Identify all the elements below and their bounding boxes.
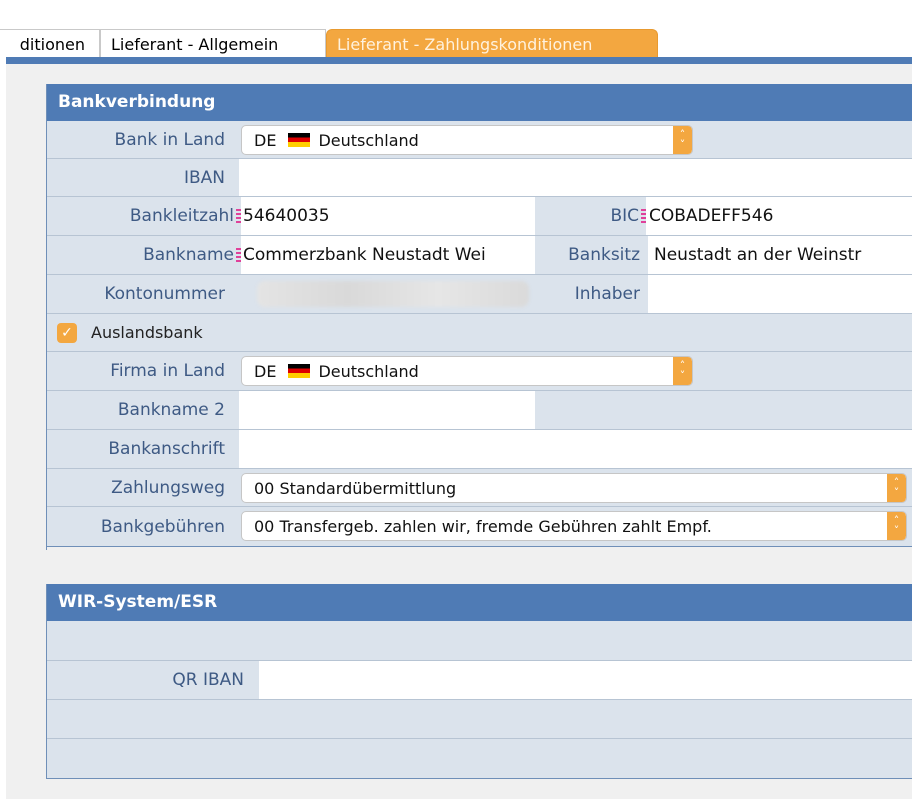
select-stepper-icon[interactable]: ˄ ˅ [673,126,692,154]
row-bankname2: Bankname 2 [47,391,912,430]
qr-iban-label: QR IBAN [172,670,244,690]
iban-label: IBAN [183,167,225,188]
select-stepper-icon[interactable]: ˄ ˅ [887,512,906,540]
wir-system-title: WIR-System/ESR [47,584,912,621]
tab-bar: ditionen Lieferant - Allgemein Lieferant… [0,29,912,58]
bankgebuehren-select[interactable]: 00 Transfergeb. zahlen wir, fremde Gebüh… [241,511,907,541]
row-bankgebuehren: Bankgebühren 00 Transfergeb. zahlen wir,… [47,507,912,547]
bank-in-land-code: DE [254,130,277,150]
bankname-label: Bankname [143,245,234,265]
row-qr-iban: QR IBAN [47,661,912,700]
bank-in-land-label: Bank in Land [114,129,225,150]
bankverbindung-panel: Bankverbindung Bank in Land DE Deutschla… [46,84,912,550]
iban-field[interactable] [239,159,912,196]
row-wir-empty-3 [47,739,912,779]
bankanschrift-label: Bankanschrift [108,439,225,459]
zahlungsweg-select[interactable]: 00 Standardübermittlung ˄ ˅ [241,473,907,503]
bankname-field[interactable]: Commerzbank Neustadt Wei [241,236,535,274]
bankleitzahl-field[interactable]: 54640035 [241,197,535,235]
row-bankleitzahl-bic: Bankleitzahl 54640035 BIC COBADEFF546 [47,197,912,236]
german-flag-icon [288,364,311,378]
bankname2-field[interactable] [239,391,535,429]
bankanschrift-field[interactable] [239,430,912,468]
firma-in-land-label: Firma in Land [110,361,225,381]
auslandsbank-checkbox[interactable]: ✓ [57,323,77,343]
bic-label: BIC [610,206,639,226]
zahlungsweg-label: Zahlungsweg [111,477,225,498]
tab-lieferant-allgemein[interactable]: Lieferant - Allgemein [100,29,326,58]
row-zahlungsweg: Zahlungsweg 00 Standardübermittlung ˄ ˅ [47,469,912,507]
bankname-label-wrap: Bankname [47,236,241,274]
bic-field[interactable]: COBADEFF546 [646,197,912,235]
row-wir-empty-2 [47,700,912,739]
german-flag-icon [288,133,311,147]
bankgebuehren-value: 00 Transfergeb. zahlen wir, fremde Gebüh… [254,516,712,536]
row-auslandsbank: ✓ Auslandsbank [47,314,912,352]
tab-lieferant-zahlungskonditionen[interactable]: Lieferant - Zahlungskonditionen [326,29,658,58]
bank-in-land-select[interactable]: DE Deutschland ˄ ˅ [241,125,693,155]
firma-in-land-country: Deutschland [318,361,419,381]
firma-in-land-code: DE [254,361,277,381]
bankleitzahl-label: Bankleitzahl [129,206,234,226]
auslandsbank-label: Auslandsbank [91,323,203,342]
qr-iban-field[interactable] [259,661,912,699]
row-iban: IBAN [47,159,912,197]
bankverbindung-title: Bankverbindung [47,84,912,121]
row-kontonummer-inhaber: Kontonummer Inhaber [47,275,912,314]
tab-konditionen[interactable]: ditionen [0,29,100,58]
row-wir-empty-1 [47,621,912,661]
bic-label-wrap: BIC [535,197,646,235]
kontonummer-label: Kontonummer [104,284,225,304]
bankname2-label: Bankname 2 [117,400,225,420]
bankleitzahl-label-wrap: Bankleitzahl [47,197,241,235]
row-bank-in-land: Bank in Land DE Deutschland ˄ ˅ [47,121,912,159]
bank-in-land-country: Deutschland [318,130,419,150]
zahlungsweg-value: 00 Standardübermittlung [254,478,457,498]
tab-underline [6,57,912,64]
wir-system-panel: WIR-System/ESR QR IBAN [46,584,912,779]
select-stepper-icon[interactable]: ˄ ˅ [887,474,906,502]
kontonummer-redacted [257,281,529,307]
firma-in-land-select[interactable]: DE Deutschland ˄ ˅ [241,356,693,386]
select-stepper-icon[interactable]: ˄ ˅ [673,357,692,385]
inhaber-field[interactable] [648,275,912,313]
banksitz-label: Banksitz [568,245,640,265]
inhaber-label: Inhaber [574,284,640,304]
row-firma-in-land: Firma in Land DE Deutschland ˄ ˅ [47,352,912,391]
row-bankanschrift: Bankanschrift [47,430,912,469]
banksitz-field[interactable]: Neustadt an der Weinstr [648,236,912,274]
row-bankname-banksitz: Bankname Commerzbank Neustadt Wei Banksi… [47,236,912,275]
bankgebuehren-label: Bankgebühren [100,516,225,537]
